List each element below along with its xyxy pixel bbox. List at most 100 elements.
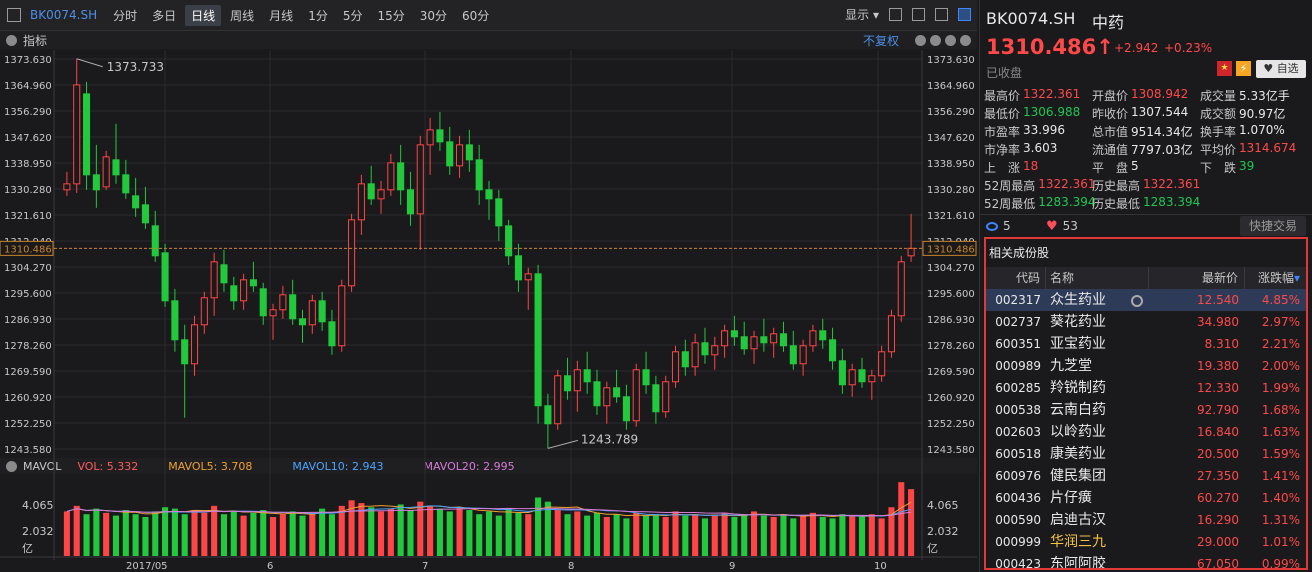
stats-row: 市净率 3.603 流通值 7797.03亿 平均价 1314.674 (984, 140, 1310, 158)
stock-change-pct: 1.01% (1261, 535, 1300, 549)
volume-bar (505, 508, 512, 556)
china-flag-icon: ★ (1217, 61, 1232, 76)
volume-bar (181, 514, 188, 556)
candle-body (73, 84, 81, 185)
related-table-header: 代码 名称 最新价 涨跌幅▾ (986, 267, 1306, 289)
y-tick-label-left: 1338.950 (4, 159, 52, 170)
candle-body (259, 288, 267, 317)
candle-body (838, 360, 846, 386)
likes[interactable]: ♥ 53 (1046, 219, 1078, 234)
volume-bar (692, 514, 699, 556)
stock-price: 19.380 (1197, 359, 1239, 373)
candle-body (338, 285, 346, 347)
candle-body (151, 225, 159, 257)
candle-body (563, 375, 572, 392)
stat-cell: 市盈率 33.996 (984, 123, 1092, 140)
table-row[interactable]: 600518 康美药业 20.500 1.59% (986, 443, 1306, 465)
y-tick-label-right: 1364.960 (927, 81, 975, 92)
volume-bar (142, 517, 149, 556)
stock-code: 000423 (995, 557, 1041, 570)
volume-bar (407, 510, 414, 556)
stat-value: 1308.942 (1131, 86, 1189, 101)
stat-label: 总市值 (1092, 124, 1129, 139)
stock-price: 67.050 (1197, 557, 1239, 570)
stat-label: 历史最高 (1092, 178, 1141, 193)
stat-label: 历史最低 (1092, 196, 1141, 211)
stat-value: 1283.394 (1143, 194, 1201, 209)
y-tick-label-left: 1243.580 (4, 445, 52, 456)
table-row[interactable]: 000590 启迪古汉 16.290 1.31% (986, 509, 1306, 531)
table-row[interactable]: 002317 众生药业 12.540 4.85% (986, 289, 1306, 311)
lightning-icon[interactable]: ⚡ (1236, 61, 1251, 76)
stock-code: 600436 (995, 491, 1041, 505)
stock-code: 000999 (995, 535, 1041, 549)
y-tick-label-left: 1356.290 (4, 107, 52, 118)
candle-body (141, 204, 149, 224)
col-price[interactable]: 最新价 (1149, 267, 1245, 289)
stock-code: 600285 (995, 381, 1041, 395)
stock-change-pct: 1.40% (1261, 491, 1300, 505)
stat-label: 最高价 (984, 88, 1021, 103)
stat-cell: 平均价 1314.674 (1200, 141, 1308, 158)
candle-body (298, 318, 307, 326)
candle-body (779, 333, 788, 347)
table-row[interactable]: 002603 以岭药业 16.840 1.63% (986, 421, 1306, 443)
volume-bar (397, 504, 404, 556)
kline-chart[interactable]: 1373.630 1373.630 1364.960 1364.960 1356.290… (0, 0, 977, 572)
col-name[interactable]: 名称 (1046, 267, 1149, 289)
table-row[interactable]: 000999 华润三九 29.000 1.01% (986, 531, 1306, 553)
candle-body (387, 162, 395, 191)
candle-body (613, 387, 621, 398)
candle-body (112, 159, 120, 176)
candle-body (505, 225, 513, 257)
stat-label: 市盈率 (984, 124, 1021, 139)
y-tick-label-right: 1286.930 (927, 315, 975, 326)
table-row[interactable]: 000423 东阿阿胶 67.050 0.99% (986, 553, 1306, 570)
market-status: 已收盘 (986, 66, 1023, 80)
quick-trade-button[interactable]: 快捷交易 (1240, 216, 1306, 236)
table-row[interactable]: 600351 亚宝药业 8.310 2.21% (986, 333, 1306, 355)
stat-label: 52周最低 (984, 196, 1036, 211)
volume-bar (770, 517, 777, 556)
volume-bar (839, 514, 846, 556)
stock-name: 康美药业 (1050, 446, 1106, 462)
watchers[interactable]: 5 (986, 219, 1011, 233)
candle-body (622, 396, 630, 422)
high-annotation-line (76, 58, 103, 68)
table-row[interactable]: 600976 健民集团 27.350 1.41% (986, 465, 1306, 487)
volume-bar (535, 497, 542, 556)
table-row[interactable]: 600436 片仔癀 60.270 1.40% (986, 487, 1306, 509)
stock-name: 羚锐制药 (1050, 380, 1106, 396)
volume-bar (112, 515, 120, 556)
volume-bar (574, 511, 581, 556)
stat-value: 9514.34亿 (1131, 124, 1193, 139)
stock-code: 000538 (995, 403, 1041, 417)
stat-label: 市净率 (984, 142, 1021, 157)
candle-body (681, 351, 689, 368)
candle-body (593, 381, 601, 407)
table-row[interactable]: 600285 羚锐制药 12.330 1.99% (986, 377, 1306, 399)
table-row[interactable]: 000989 九芝堂 19.380 2.00% (986, 355, 1306, 377)
table-row[interactable]: 002737 葵花药业 34.980 2.97% (986, 311, 1306, 333)
y-tick-label-left: 1330.280 (4, 185, 52, 196)
stock-price: 34.980 (1197, 315, 1239, 329)
volume-bar (672, 511, 679, 556)
col-code[interactable]: 代码 (986, 267, 1046, 289)
col-pct[interactable]: 涨跌幅▾ (1245, 267, 1304, 289)
add-watchlist-button[interactable]: ♥ 自选 (1256, 60, 1306, 78)
table-row[interactable]: 000538 云南白药 92.790 1.68% (986, 399, 1306, 421)
candle-body (63, 183, 71, 191)
stock-change-pct: 0.99% (1261, 557, 1300, 570)
stats-row: 上 涨 18 平 盘5下 跌 39 (984, 158, 1310, 176)
volume-bar (132, 514, 139, 556)
stock-change-pct: 2.21% (1261, 337, 1300, 351)
candle-body (701, 342, 709, 356)
volume-bar (427, 505, 434, 556)
y-tick-label-left: 1304.270 (4, 263, 52, 274)
candle-body (514, 255, 522, 281)
y-tick-label-left: 1295.600 (4, 289, 52, 300)
candle-body (573, 369, 581, 392)
volume-bar (309, 512, 316, 556)
volume-bar (662, 517, 669, 556)
candle-body (721, 330, 729, 347)
